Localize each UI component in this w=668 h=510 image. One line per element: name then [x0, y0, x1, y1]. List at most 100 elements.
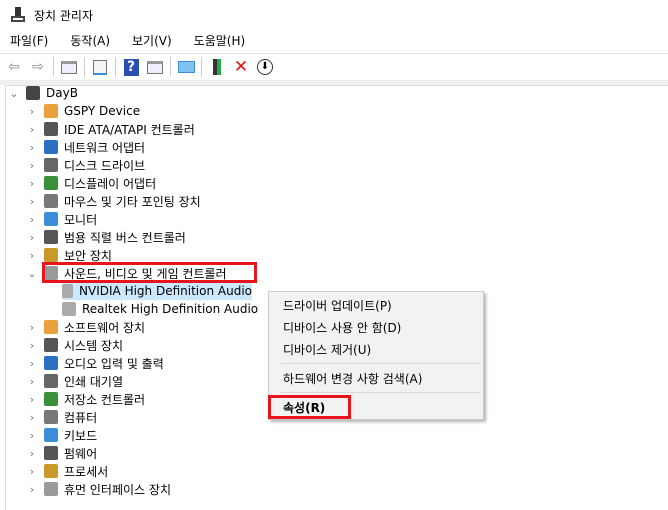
tree-item-label: 소프트웨어 장치	[64, 320, 146, 335]
tree-item-label: 저장소 컨트롤러	[64, 392, 146, 407]
chevron-right-icon[interactable]: ›	[26, 375, 38, 388]
tree-category[interactable]: › 컴퓨터	[26, 408, 97, 426]
tree-category[interactable]: › 오디오 입력 및 출력	[26, 354, 164, 372]
chevron-right-icon[interactable]: ›	[26, 105, 38, 118]
tree-device-item[interactable]: Realtek High Definition Audio	[62, 300, 258, 318]
menu-view[interactable]: 보기(V)	[132, 32, 172, 52]
tree-item-label: 휴먼 인터페이스 장치	[64, 482, 171, 497]
highlight-sound-category	[42, 262, 257, 283]
tree-item-label: 시스템 장치	[64, 338, 124, 353]
device-icon	[44, 320, 58, 334]
tree-category[interactable]: › 디스크 드라이브	[26, 156, 145, 174]
device-manager-icon	[10, 7, 26, 23]
menu-item-scan-hardware[interactable]: 하드웨어 변경 사항 검색(A)	[283, 370, 422, 387]
chevron-right-icon[interactable]: ›	[26, 195, 38, 208]
back-icon[interactable]: ⇦	[5, 58, 23, 76]
device-icon	[62, 284, 74, 298]
chevron-right-icon[interactable]: ›	[26, 411, 38, 424]
device-icon	[44, 248, 58, 262]
tree-item-label: 인쇄 대기열	[64, 374, 124, 389]
menu-item-disable-device[interactable]: 디바이스 사용 안 함(D)	[283, 319, 401, 336]
tree-category[interactable]: › IDE ATA/ATAPI 컨트롤러	[26, 120, 195, 138]
properties-icon[interactable]	[91, 58, 109, 76]
chevron-right-icon[interactable]: ›	[26, 483, 38, 496]
tree-item-label: 프로세서	[64, 464, 109, 479]
tree-category[interactable]: › 네트워크 어댑터	[26, 138, 145, 156]
uninstall-icon[interactable]: ✕	[232, 57, 250, 77]
tree-category[interactable]: › 모니터	[26, 210, 97, 228]
tree-category[interactable]: › 프로세서	[26, 462, 108, 480]
device-icon	[44, 392, 58, 406]
chevron-right-icon[interactable]: ›	[26, 123, 38, 136]
scan-hardware-icon[interactable]	[177, 58, 195, 76]
tree-root[interactable]: ⌄ DayB	[8, 84, 78, 102]
tree-item-label: 모니터	[64, 212, 98, 227]
tree-category[interactable]: › 저장소 컨트롤러	[26, 390, 145, 408]
action-pane-icon[interactable]	[146, 58, 164, 76]
tree-category[interactable]: › 시스템 장치	[26, 336, 123, 354]
tree-category[interactable]: › 범용 직렬 버스 컨트롤러	[26, 228, 186, 246]
window-title: 장치 관리자	[34, 8, 94, 23]
tree-category[interactable]: › 소프트웨어 장치	[26, 318, 145, 336]
tree-category[interactable]: › 마우스 및 기타 포인팅 장치	[26, 192, 201, 210]
tree-item-label: 키보드	[64, 428, 98, 443]
chevron-right-icon[interactable]: ›	[26, 357, 38, 370]
chevron-right-icon[interactable]: ›	[26, 339, 38, 352]
chevron-right-icon[interactable]: ›	[26, 321, 38, 334]
chevron-right-icon[interactable]: ›	[26, 231, 38, 244]
chevron-right-icon[interactable]: ›	[26, 465, 38, 478]
device-icon	[44, 176, 58, 190]
tree-item-label: 디스크 드라이브	[64, 158, 146, 173]
device-icon	[44, 338, 58, 352]
device-icon	[44, 158, 58, 172]
title-bar: 장치 관리자	[0, 0, 668, 30]
chevron-down-icon[interactable]: ⌄	[26, 267, 38, 280]
menu-bar: 파일(F) 동작(A) 보기(V) 도움말(H)	[0, 32, 267, 52]
menu-file[interactable]: 파일(F)	[10, 32, 48, 52]
chevron-right-icon[interactable]: ›	[26, 249, 38, 262]
chevron-right-icon[interactable]: ›	[26, 213, 38, 226]
menu-item-uninstall-device[interactable]: 디바이스 제거(U)	[283, 341, 371, 358]
tree-item-label: 오디오 입력 및 출력	[64, 356, 164, 371]
tree-category[interactable]: › 펌웨어	[26, 444, 97, 462]
device-icon	[44, 104, 58, 118]
device-icon	[44, 446, 58, 460]
tree-item-label: 마우스 및 기타 포인팅 장치	[64, 194, 201, 209]
tree-item-label: 컴퓨터	[64, 410, 98, 425]
forward-icon[interactable]: ⇨	[29, 58, 47, 76]
tree-device-item[interactable]: NVIDIA High Definition Audio	[62, 282, 252, 300]
tree-category[interactable]: › 디스플레이 어댑터	[26, 174, 156, 192]
tree-category[interactable]: › GSPY Device	[26, 102, 140, 120]
highlight-properties	[268, 395, 351, 419]
disable-icon[interactable]: ⬇	[256, 58, 274, 76]
device-icon	[44, 374, 58, 388]
help-icon[interactable]: ?	[122, 58, 140, 76]
chevron-down-icon[interactable]: ⌄	[8, 87, 20, 100]
tree-item-label: 보안 장치	[64, 248, 112, 263]
device-icon	[44, 140, 58, 154]
toolbar: ⇦ ⇨ ? ✕ ⬇	[0, 53, 668, 80]
tree-category[interactable]: › 휴먼 인터페이스 장치	[26, 480, 171, 498]
menu-action[interactable]: 동작(A)	[70, 32, 110, 52]
chevron-right-icon[interactable]: ›	[26, 429, 38, 442]
device-icon	[44, 194, 58, 208]
tree-item-label: DayB	[46, 86, 78, 100]
tree-category[interactable]: › 키보드	[26, 426, 97, 444]
chevron-right-icon[interactable]: ›	[26, 393, 38, 406]
device-icon	[26, 86, 40, 100]
chevron-right-icon[interactable]: ›	[26, 177, 38, 190]
tree-item-label: 범용 직렬 버스 컨트롤러	[64, 230, 186, 245]
device-icon	[44, 212, 58, 226]
menu-help[interactable]: 도움말(H)	[194, 32, 246, 52]
tree-item-label: Realtek High Definition Audio	[82, 302, 259, 316]
chevron-right-icon[interactable]: ›	[26, 447, 38, 460]
menu-item-update-driver[interactable]: 드라이버 업데이트(P)	[283, 297, 392, 314]
device-icon	[44, 464, 58, 478]
chevron-right-icon[interactable]: ›	[26, 141, 38, 154]
chevron-right-icon[interactable]: ›	[26, 159, 38, 172]
device-icon	[44, 230, 58, 244]
show-hide-tree-icon[interactable]	[60, 58, 78, 76]
update-driver-icon[interactable]	[208, 58, 226, 76]
tree-category[interactable]: › 인쇄 대기열	[26, 372, 123, 390]
tree-item-label: 펌웨어	[64, 446, 98, 461]
